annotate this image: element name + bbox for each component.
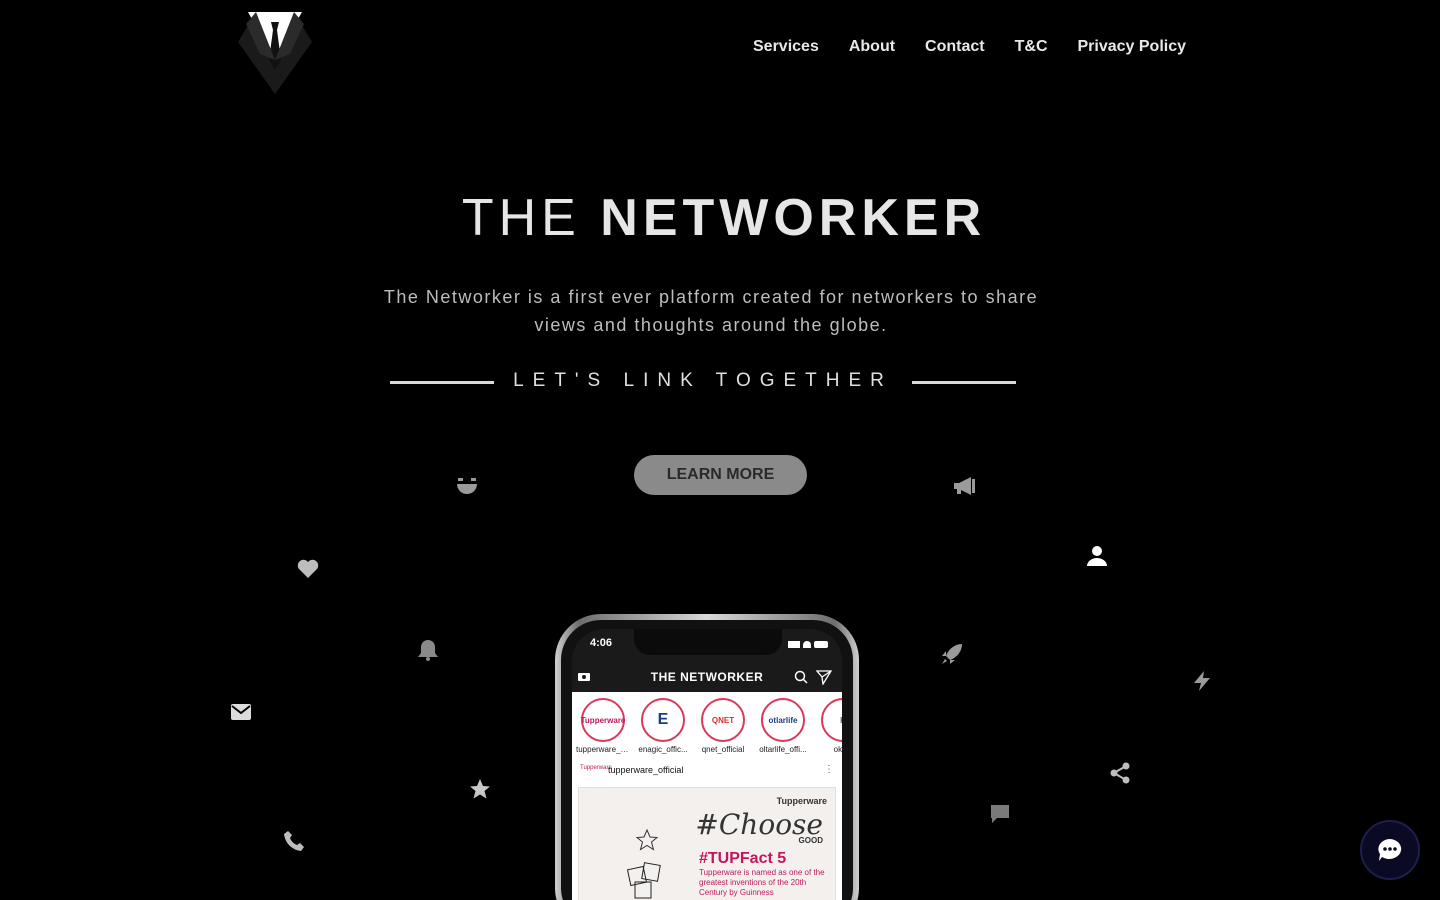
battery-icon — [814, 640, 828, 648]
tagline-row: LET'S LINK TOGETHER — [390, 366, 1016, 396]
post-tag: #TUPFact 5 — [699, 850, 787, 867]
story-avatar: QNET — [701, 698, 745, 742]
tagline: LET'S LINK TOGETHER — [513, 370, 893, 391]
tuxedo-logo[interactable] — [238, 12, 312, 94]
story-item[interactable]: otlarlife oltarlife_offi... — [756, 698, 810, 754]
grin-icon — [455, 474, 479, 498]
post-fact: Tupperware is named as one of the greate… — [699, 868, 825, 897]
tagline-divider-left — [390, 381, 494, 384]
post-brand: Tupperware — [776, 796, 827, 806]
status-time: 4:06 — [590, 637, 613, 649]
learn-more-button[interactable]: LEARN MORE — [634, 455, 807, 495]
stories-row: Tupperware tupperware_offi... E enagic_o… — [572, 692, 842, 754]
nav-services[interactable]: Services — [753, 38, 819, 56]
story-avatar: E — [641, 698, 685, 742]
story-item[interactable]: Tupperware tupperware_offi... — [576, 698, 630, 754]
nav-privacy-policy[interactable]: Privacy Policy — [1078, 38, 1187, 56]
post-headline-sub: GOOD — [798, 836, 823, 845]
megaphone-icon — [952, 474, 976, 498]
camera-icon[interactable] — [578, 671, 590, 681]
story-name: tupperware_offi... — [576, 745, 630, 754]
send-icon[interactable] — [816, 669, 832, 685]
hero-title-light: THE — [461, 189, 601, 247]
status-icons — [788, 637, 828, 651]
star-outline-icon — [635, 828, 659, 851]
post-avatar[interactable]: Tupperware — [580, 765, 612, 775]
story-item[interactable]: K oklife — [816, 698, 842, 754]
user-icon — [1085, 544, 1109, 568]
story-item[interactable]: E enagic_offic... — [636, 698, 690, 754]
star-icon — [468, 777, 492, 801]
nav-terms[interactable]: T&C — [1015, 38, 1048, 56]
bolt-icon — [1190, 669, 1214, 693]
story-avatar: otlarlife — [761, 698, 805, 742]
chat-widget-button[interactable] — [1360, 820, 1420, 880]
main-nav: Services About Contact T&C Privacy Polic… — [753, 38, 1186, 56]
nav-about[interactable]: About — [849, 38, 895, 56]
hero-title-bold: NETWORKER — [600, 189, 987, 247]
search-icon[interactable] — [794, 670, 808, 684]
phone-screen: 4:06 THE NETWORKER Tupperware tupperware… — [572, 629, 842, 900]
boxes-illustration — [626, 862, 661, 899]
story-item[interactable]: QNET qnet_official — [696, 698, 750, 754]
wifi-icon — [803, 640, 811, 648]
signal-icon — [788, 640, 800, 648]
story-name: oklife — [833, 745, 842, 754]
heart-icon — [296, 557, 320, 581]
app-bar: THE NETWORKER — [572, 663, 842, 691]
post-image[interactable]: Tupperware #Choose GOOD #TUPFact 5 Tuppe… — [578, 787, 836, 900]
story-name: enagic_offic... — [638, 745, 688, 754]
hero-title: THE NETWORKER — [0, 188, 1440, 248]
post-username[interactable]: tupperware_official — [608, 765, 683, 775]
feed: Tupperware tupperware_offi... E enagic_o… — [572, 692, 842, 900]
phone-bezel: 4:06 THE NETWORKER Tupperware tupperware… — [561, 620, 853, 900]
app-title: THE NETWORKER — [650, 670, 764, 684]
nav-contact[interactable]: Contact — [925, 38, 985, 56]
share-icon — [1108, 761, 1132, 785]
more-options-icon[interactable]: ⋮ — [824, 764, 834, 775]
status-bar: 4:06 — [590, 637, 828, 651]
story-avatar: K — [821, 698, 842, 742]
hero-description: The Networker is a first ever platform c… — [383, 287, 1039, 335]
bell-icon — [416, 638, 440, 662]
tagline-divider-right — [912, 381, 1016, 384]
comment-icon — [988, 802, 1012, 826]
story-name: oltarlife_offi... — [759, 745, 807, 754]
post-header: Tupperware tupperware_official ⋮ — [572, 754, 842, 781]
story-name: qnet_official — [701, 745, 745, 754]
phone-icon — [282, 829, 306, 853]
story-avatar: Tupperware — [581, 698, 625, 742]
rocket-icon — [940, 642, 964, 666]
mail-icon — [229, 700, 253, 724]
chat-dots-icon — [1378, 839, 1402, 861]
phone-mockup: 4:06 THE NETWORKER Tupperware tupperware… — [555, 614, 859, 900]
